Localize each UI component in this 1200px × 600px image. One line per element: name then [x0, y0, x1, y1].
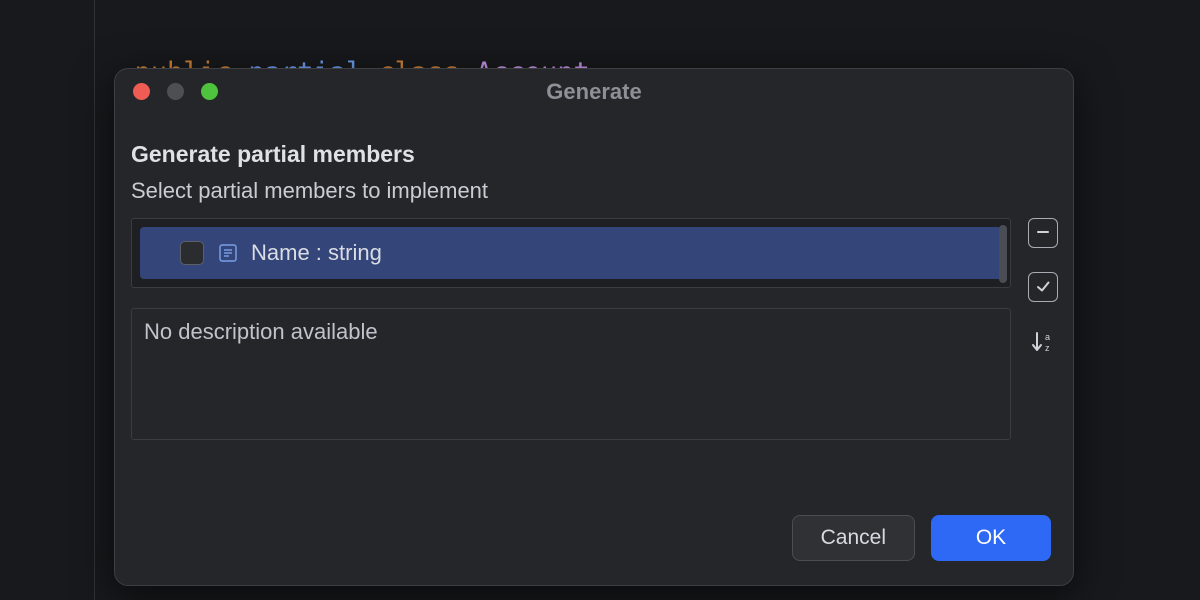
- list-scrollbar[interactable]: [999, 225, 1007, 283]
- select-all-button[interactable]: [1028, 272, 1058, 302]
- dialog-footer: Cancel OK: [115, 495, 1073, 585]
- member-checkbox[interactable]: [180, 241, 204, 265]
- side-button-column: a z: [1023, 218, 1063, 440]
- list-column: Name : string No description available: [131, 218, 1011, 440]
- dialog-titlebar: Generate: [115, 69, 1073, 115]
- deselect-all-button[interactable]: [1028, 218, 1058, 248]
- editor-gutter-line: [94, 0, 95, 600]
- window-close-button[interactable]: [133, 83, 150, 100]
- dialog-title: Generate: [546, 79, 641, 105]
- member-list[interactable]: Name : string: [131, 218, 1011, 288]
- minus-icon: [1035, 224, 1051, 243]
- ok-button[interactable]: OK: [931, 515, 1051, 561]
- svg-text:a: a: [1045, 332, 1050, 342]
- window-minimize-button[interactable]: [167, 83, 184, 100]
- window-zoom-button[interactable]: [201, 83, 218, 100]
- svg-text:z: z: [1045, 343, 1050, 353]
- dialog-heading: Generate partial members: [131, 141, 1063, 168]
- cancel-button[interactable]: Cancel: [792, 515, 915, 561]
- description-text: No description available: [144, 319, 998, 345]
- sort-alpha-icon: a z: [1029, 328, 1057, 359]
- dialog-content-row: Name : string No description available: [131, 218, 1063, 440]
- member-label: Name : string: [251, 240, 382, 266]
- property-icon: [218, 244, 237, 263]
- member-row[interactable]: Name : string: [140, 227, 1002, 279]
- dialog-body: Generate partial members Select partial …: [115, 115, 1073, 495]
- dialog-subheading: Select partial members to implement: [131, 178, 1063, 204]
- description-panel: No description available: [131, 308, 1011, 440]
- window-controls: [133, 83, 218, 100]
- sort-alpha-button[interactable]: a z: [1026, 326, 1060, 360]
- generate-dialog: Generate Generate partial members Select…: [114, 68, 1074, 586]
- check-icon: [1035, 278, 1051, 297]
